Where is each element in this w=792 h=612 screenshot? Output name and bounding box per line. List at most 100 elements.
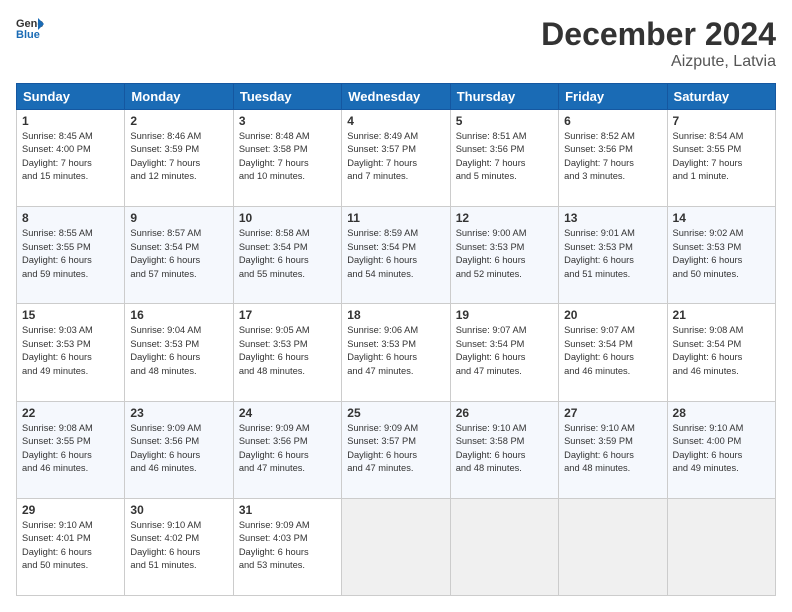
- day-info: Sunrise: 9:10 AM Sunset: 3:58 PM Dayligh…: [456, 422, 553, 476]
- calendar-cell: [450, 498, 558, 595]
- calendar-cell: 16 Sunrise: 9:04 AM Sunset: 3:53 PM Dayli…: [125, 304, 233, 401]
- calendar-cell: [342, 498, 450, 595]
- day-info: Sunrise: 8:48 AM Sunset: 3:58 PM Dayligh…: [239, 130, 336, 184]
- day-number: 4: [347, 114, 444, 128]
- day-info: Sunrise: 8:51 AM Sunset: 3:56 PM Dayligh…: [456, 130, 553, 184]
- calendar-cell: 26 Sunrise: 9:10 AM Sunset: 3:58 PM Dayli…: [450, 401, 558, 498]
- day-number: 6: [564, 114, 661, 128]
- day-number: 15: [22, 308, 119, 322]
- day-number: 30: [130, 503, 227, 517]
- day-number: 13: [564, 211, 661, 225]
- day-info: Sunrise: 9:08 AM Sunset: 3:55 PM Dayligh…: [22, 422, 119, 476]
- calendar-cell: 12 Sunrise: 9:00 AM Sunset: 3:53 PM Dayli…: [450, 207, 558, 304]
- day-info: Sunrise: 9:00 AM Sunset: 3:53 PM Dayligh…: [456, 227, 553, 281]
- calendar-cell: 1 Sunrise: 8:45 AM Sunset: 4:00 PM Daylig…: [17, 110, 125, 207]
- day-info: Sunrise: 9:04 AM Sunset: 3:53 PM Dayligh…: [130, 324, 227, 378]
- title-block: December 2024 Aizpute, Latvia: [541, 16, 776, 71]
- day-info: Sunrise: 9:07 AM Sunset: 3:54 PM Dayligh…: [564, 324, 661, 378]
- calendar-cell: 8Sunrise: 8:55 AM Sunset: 3:55 PM Daylig…: [17, 207, 125, 304]
- logo-icon: General Blue: [16, 16, 44, 40]
- day-number: 26: [456, 406, 553, 420]
- day-info: Sunrise: 9:10 AM Sunset: 3:59 PM Dayligh…: [564, 422, 661, 476]
- weekday-saturday: Saturday: [667, 84, 775, 110]
- day-info: Sunrise: 9:02 AM Sunset: 3:53 PM Dayligh…: [673, 227, 770, 281]
- calendar-cell: 7Sunrise: 8:54 AM Sunset: 3:55 PM Daylig…: [667, 110, 775, 207]
- svg-text:Blue: Blue: [16, 29, 40, 40]
- day-number: 24: [239, 406, 336, 420]
- calendar-cell: 29 Sunrise: 9:10 AM Sunset: 4:01 PM Dayli…: [17, 498, 125, 595]
- day-number: 9: [130, 211, 227, 225]
- week-row-1: 8Sunrise: 8:55 AM Sunset: 3:55 PM Daylig…: [17, 207, 776, 304]
- weekday-monday: Monday: [125, 84, 233, 110]
- calendar-cell: [667, 498, 775, 595]
- calendar-cell: 25 Sunrise: 9:09 AM Sunset: 3:57 PM Dayli…: [342, 401, 450, 498]
- weekday-header-row: SundayMondayTuesdayWednesdayThursdayFrid…: [17, 84, 776, 110]
- day-info: Sunrise: 9:09 AM Sunset: 3:56 PM Dayligh…: [130, 422, 227, 476]
- day-number: 5: [456, 114, 553, 128]
- day-info: Sunrise: 8:54 AM Sunset: 3:55 PM Dayligh…: [673, 130, 770, 184]
- day-number: 23: [130, 406, 227, 420]
- weekday-sunday: Sunday: [17, 84, 125, 110]
- day-number: 12: [456, 211, 553, 225]
- calendar-cell: 19 Sunrise: 9:07 AM Sunset: 3:54 PM Dayli…: [450, 304, 558, 401]
- day-info: Sunrise: 8:46 AM Sunset: 3:59 PM Dayligh…: [130, 130, 227, 184]
- weekday-wednesday: Wednesday: [342, 84, 450, 110]
- calendar-cell: 27 Sunrise: 9:10 AM Sunset: 3:59 PM Dayli…: [559, 401, 667, 498]
- day-number: 2: [130, 114, 227, 128]
- calendar-cell: 22Sunrise: 9:08 AM Sunset: 3:55 PM Dayli…: [17, 401, 125, 498]
- day-info: Sunrise: 8:58 AM Sunset: 3:54 PM Dayligh…: [239, 227, 336, 281]
- calendar-cell: 4 Sunrise: 8:49 AM Sunset: 3:57 PM Daylig…: [342, 110, 450, 207]
- day-info: Sunrise: 9:10 AM Sunset: 4:00 PM Dayligh…: [673, 422, 770, 476]
- day-number: 31: [239, 503, 336, 517]
- day-number: 11: [347, 211, 444, 225]
- day-number: 14: [673, 211, 770, 225]
- day-info: Sunrise: 8:52 AM Sunset: 3:56 PM Dayligh…: [564, 130, 661, 184]
- day-number: 19: [456, 308, 553, 322]
- calendar-cell: 10Sunrise: 8:58 AM Sunset: 3:54 PM Dayli…: [233, 207, 341, 304]
- day-info: Sunrise: 8:55 AM Sunset: 3:55 PM Dayligh…: [22, 227, 119, 281]
- week-row-3: 22Sunrise: 9:08 AM Sunset: 3:55 PM Dayli…: [17, 401, 776, 498]
- weekday-friday: Friday: [559, 84, 667, 110]
- day-info: Sunrise: 9:06 AM Sunset: 3:53 PM Dayligh…: [347, 324, 444, 378]
- month-title: December 2024: [541, 16, 776, 53]
- day-info: Sunrise: 9:07 AM Sunset: 3:54 PM Dayligh…: [456, 324, 553, 378]
- calendar-cell: 11 Sunrise: 8:59 AM Sunset: 3:54 PM Dayli…: [342, 207, 450, 304]
- calendar-cell: 9 Sunrise: 8:57 AM Sunset: 3:54 PM Daylig…: [125, 207, 233, 304]
- calendar-cell: 6 Sunrise: 8:52 AM Sunset: 3:56 PM Daylig…: [559, 110, 667, 207]
- day-info: Sunrise: 9:10 AM Sunset: 4:01 PM Dayligh…: [22, 519, 119, 573]
- day-number: 20: [564, 308, 661, 322]
- day-info: Sunrise: 9:03 AM Sunset: 3:53 PM Dayligh…: [22, 324, 119, 378]
- week-row-0: 1 Sunrise: 8:45 AM Sunset: 4:00 PM Daylig…: [17, 110, 776, 207]
- day-number: 16: [130, 308, 227, 322]
- day-info: Sunrise: 8:49 AM Sunset: 3:57 PM Dayligh…: [347, 130, 444, 184]
- day-info: Sunrise: 9:09 AM Sunset: 4:03 PM Dayligh…: [239, 519, 336, 573]
- calendar-cell: 17 Sunrise: 9:05 AM Sunset: 3:53 PM Dayli…: [233, 304, 341, 401]
- calendar-cell: 20 Sunrise: 9:07 AM Sunset: 3:54 PM Dayli…: [559, 304, 667, 401]
- calendar-cell: 14 Sunrise: 9:02 AM Sunset: 3:53 PM Dayli…: [667, 207, 775, 304]
- calendar-cell: 24 Sunrise: 9:09 AM Sunset: 3:56 PM Dayli…: [233, 401, 341, 498]
- day-number: 1: [22, 114, 119, 128]
- day-number: 17: [239, 308, 336, 322]
- calendar-table: SundayMondayTuesdayWednesdayThursdayFrid…: [16, 83, 776, 596]
- header: General Blue December 2024 Aizpute, Latv…: [16, 16, 776, 71]
- calendar-cell: 31 Sunrise: 9:09 AM Sunset: 4:03 PM Dayli…: [233, 498, 341, 595]
- week-row-4: 29 Sunrise: 9:10 AM Sunset: 4:01 PM Dayli…: [17, 498, 776, 595]
- day-info: Sunrise: 9:09 AM Sunset: 3:57 PM Dayligh…: [347, 422, 444, 476]
- week-row-2: 15 Sunrise: 9:03 AM Sunset: 3:53 PM Dayli…: [17, 304, 776, 401]
- day-info: Sunrise: 8:57 AM Sunset: 3:54 PM Dayligh…: [130, 227, 227, 281]
- page: General Blue December 2024 Aizpute, Latv…: [0, 0, 792, 612]
- day-info: Sunrise: 9:09 AM Sunset: 3:56 PM Dayligh…: [239, 422, 336, 476]
- day-info: Sunrise: 9:05 AM Sunset: 3:53 PM Dayligh…: [239, 324, 336, 378]
- day-info: Sunrise: 8:45 AM Sunset: 4:00 PM Dayligh…: [22, 130, 119, 184]
- day-number: 3: [239, 114, 336, 128]
- calendar-cell: 15 Sunrise: 9:03 AM Sunset: 3:53 PM Dayli…: [17, 304, 125, 401]
- day-info: Sunrise: 8:59 AM Sunset: 3:54 PM Dayligh…: [347, 227, 444, 281]
- calendar-cell: 5 Sunrise: 8:51 AM Sunset: 3:56 PM Daylig…: [450, 110, 558, 207]
- day-number: 18: [347, 308, 444, 322]
- day-number: 25: [347, 406, 444, 420]
- calendar-cell: 30Sunrise: 9:10 AM Sunset: 4:02 PM Dayli…: [125, 498, 233, 595]
- day-number: 29: [22, 503, 119, 517]
- weekday-tuesday: Tuesday: [233, 84, 341, 110]
- day-number: 27: [564, 406, 661, 420]
- calendar-cell: [559, 498, 667, 595]
